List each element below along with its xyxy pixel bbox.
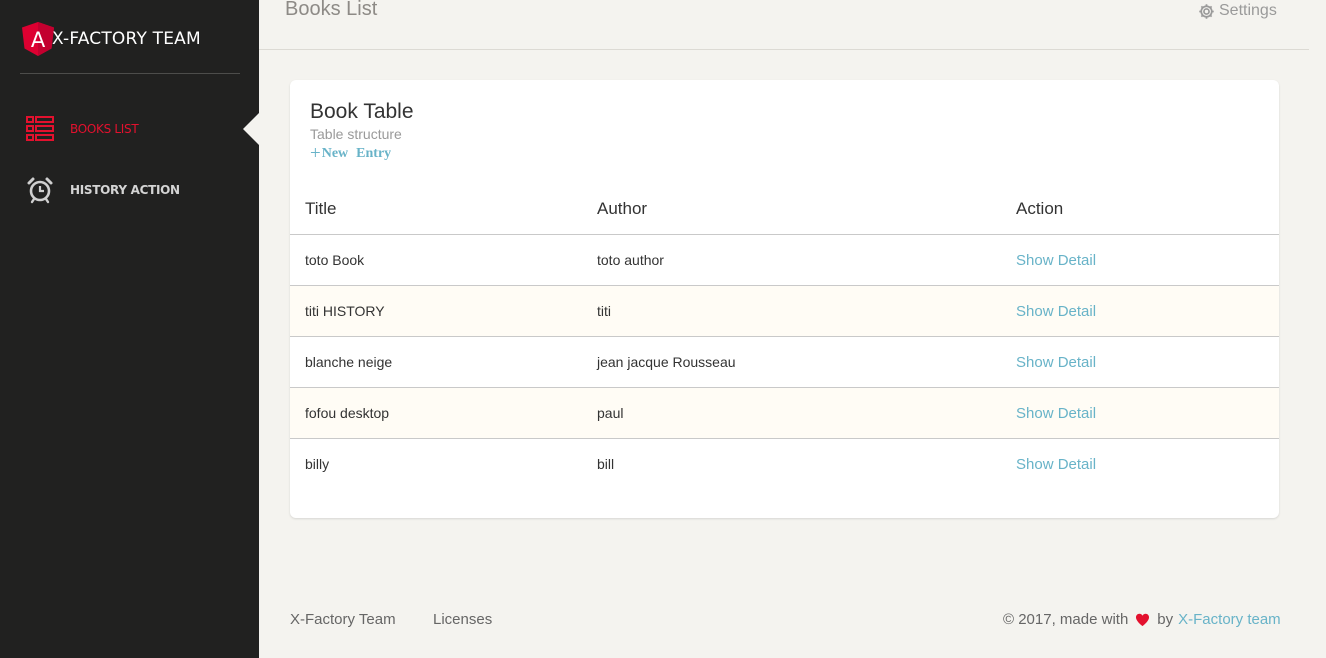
sidebar-divider [20, 73, 240, 74]
page-title: Books List [285, 0, 378, 20]
brand[interactable]: A X-FACTORY TEAM [22, 22, 201, 56]
cell-title: billy [305, 456, 330, 472]
new-entry-label-new: New [321, 145, 349, 161]
table-row: toto Book toto author Show Detail [290, 234, 1279, 286]
show-detail-link[interactable]: Show Detail [1016, 252, 1096, 269]
show-detail-link[interactable]: Show Detail [1016, 456, 1096, 473]
card-title: Book Table [310, 100, 414, 123]
table-row: fofou desktop paul Show Detail [290, 387, 1279, 439]
cell-author: jean jacque Rousseau [597, 336, 1016, 388]
footer-team-link[interactable]: X-Factory team [1178, 611, 1281, 628]
column-header-action: Action [1016, 183, 1279, 235]
book-table-card: Book Table Table structure + New Entry T… [290, 80, 1279, 518]
angular-logo-icon: A [22, 22, 54, 56]
copyright-text: © 2017, made with [1003, 611, 1129, 628]
brand-logo-letter: A [31, 28, 46, 52]
sidebar: A X-FACTORY TEAM BOOKS LIST HISTORY ACTI… [0, 0, 259, 658]
cell-action: Show Detail [1016, 387, 1279, 439]
cell-author: titi [597, 285, 1016, 337]
table-row: blanche neige jean jacque Rousseau Show … [290, 336, 1279, 388]
settings-button[interactable]: Settings [1198, 2, 1277, 20]
sidebar-item-label: BOOKS LIST [70, 122, 139, 136]
show-detail-link[interactable]: Show Detail [1016, 405, 1096, 422]
cell-author: toto author [597, 234, 1016, 286]
gear-icon [1199, 3, 1214, 19]
cell-action: Show Detail [1016, 336, 1279, 388]
cell-title: toto Book [290, 234, 597, 286]
column-header-author: Author [597, 183, 1016, 235]
new-entry-label-entry: Entry [356, 145, 392, 161]
column-header-title: Title [290, 183, 597, 235]
cell-action: Show Detail [1016, 439, 1279, 490]
plus-icon: + [310, 143, 321, 164]
topbar-divider [259, 49, 1309, 50]
cell-author: paul [597, 387, 1016, 439]
table-header-row: Title Author Action [290, 183, 1279, 235]
cell-title: fofou desktop [290, 387, 597, 439]
table-row: billy bill Show Detail [290, 439, 1279, 490]
cell-title: blanche neige [290, 336, 597, 388]
books-table: Title Author Action toto Book toto autho… [290, 183, 1279, 489]
show-detail-link[interactable]: Show Detail [1016, 303, 1096, 320]
alarm-clock-icon [27, 177, 53, 204]
cell-author: bill [597, 456, 615, 472]
brand-name: X-FACTORY TEAM [52, 29, 201, 49]
copyright-by: by [1157, 611, 1174, 628]
cell-action: Show Detail [1016, 234, 1279, 286]
footer-link-x-factory-team[interactable]: X-Factory Team [290, 611, 396, 628]
cell-action: Show Detail [1016, 285, 1279, 337]
copyright: © 2017, made with by X-Factory team [1003, 611, 1281, 628]
card-subtitle: Table structure [310, 126, 402, 142]
heart-icon [1136, 613, 1150, 626]
footer-link-licenses[interactable]: Licenses [433, 611, 492, 628]
settings-label: Settings [1219, 2, 1277, 19]
sidebar-item-history-action[interactable]: HISTORY ACTION [26, 175, 180, 205]
show-detail-link[interactable]: Show Detail [1016, 354, 1096, 371]
table-row: titi HISTORY titi Show Detail [290, 285, 1279, 337]
list-icon [26, 116, 54, 141]
active-nav-indicator [243, 113, 259, 145]
new-entry-button[interactable]: + New Entry [310, 144, 391, 163]
sidebar-item-books-list[interactable]: BOOKS LIST [26, 114, 139, 144]
sidebar-item-label: HISTORY ACTION [70, 183, 180, 197]
cell-title: titi HISTORY [290, 285, 597, 337]
